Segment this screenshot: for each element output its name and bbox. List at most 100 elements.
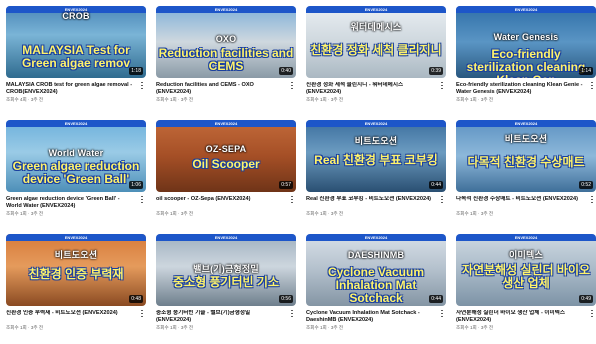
video-title[interactable]: 자연분해성 실린더 바이오 생산 업체 - 이미텍스 (ENVEX2024) [456,310,584,324]
more-options-icon[interactable] [590,82,594,92]
event-band: ENVEX2024 [156,234,296,241]
video-title[interactable]: Green algae reduction device 'Green Ball… [6,196,134,210]
video-thumbnail[interactable]: ENVEX2024 Water Genesis Eco-friendly ste… [456,6,596,78]
company-tag: 워터데메시스 [350,22,402,32]
video-title[interactable]: Real 친환경 부표 코부킹 - 비트도오션 (ENVEX2024) [306,196,434,210]
event-band: ENVEX2024 [6,234,146,241]
event-band-label: ENVEX2024 [214,7,238,12]
more-options-icon[interactable] [290,82,294,92]
duration-badge: 0:39 [429,67,443,75]
video-card[interactable]: ENVEX2024 DAESHINMB Cyclone Vacuum Inhal… [306,234,446,342]
event-band: ENVEX2024 [306,120,446,127]
company-tag: Water Genesis [493,32,559,42]
duration-badge: 0:44 [429,181,443,189]
event-band: ENVEX2024 [456,120,596,127]
thumbnail-image [156,120,296,192]
event-band-label: ENVEX2024 [214,121,238,126]
event-band-label: ENVEX2024 [64,235,88,240]
video-meta: 조회수 1회 · 3주 전 [306,325,344,330]
thumbnail-headline: Eco-friendly sterilization cleaning Klea… [466,47,586,79]
video-card[interactable]: ENVEX2024 비트도오션 다목적 친환경 수상매트 0:52 다목적 친환… [456,120,596,228]
more-options-icon[interactable] [140,310,144,320]
thumbnail-headline: Real 친환경 부표 코부킹 [314,153,438,167]
video-meta: 조회수 1회 · 3주 전 [6,325,44,330]
more-options-icon[interactable] [140,196,144,206]
more-options-icon[interactable] [590,310,594,320]
more-options-icon[interactable] [440,196,444,206]
event-band-label: ENVEX2024 [514,121,538,126]
duration-badge: 1:06 [129,181,143,189]
video-thumbnail[interactable]: ENVEX2024 비트도오션 친환경 인증 부력재 0:48 [6,234,146,306]
video-title[interactable]: 친환경 인증 부력재 - 비트도오션 (ENVEX2024) [6,310,134,324]
video-thumbnail[interactable]: ENVEX2024 OZ-SEPA Oil Scooper 0:57 [156,120,296,192]
thumbnail-headline: Green algae reduction device 'Green Ball… [12,159,140,186]
video-card[interactable]: ENVEX2024 밸브(기)금형정밀 중소형 풍기터빈 기소 0:56 중소형… [156,234,296,342]
event-band-label: ENVEX2024 [514,7,538,12]
video-meta: 조회수 1회 · 3주 전 [456,211,494,216]
video-title[interactable]: 친환경 정화 세척 클린지니 - 워터데메시스 (ENVEX2024) [306,82,434,96]
video-thumbnail[interactable]: ENVEX2024 비트도오션 다목적 친환경 수상매트 0:52 [456,120,596,192]
thumbnail-headline: Reduction facilities and CEMS [158,46,294,73]
video-meta: 조회수 1회 · 3주 전 [456,97,494,102]
more-options-icon[interactable] [590,196,594,206]
video-meta: 조회수 4회 · 3주 전 [6,97,44,102]
video-thumbnail[interactable]: ENVEX2024 밸브(기)금형정밀 중소형 풍기터빈 기소 0:56 [156,234,296,306]
company-tag: World Water [48,148,104,158]
video-title[interactable]: MALAYSIA CROB test for green algae remov… [6,82,134,96]
video-meta: 조회수 1회 · 3주 전 [156,325,194,330]
video-title[interactable]: Eco-friendly sterilization cleaning Klea… [456,82,584,96]
video-title[interactable]: Cyclone Vacuum Inhalation Mat Sotchack -… [306,310,434,324]
thumbnail-headline: 친환경 정화 세척 클리지니 [310,43,442,57]
more-options-icon[interactable] [140,82,144,92]
video-card[interactable]: ENVEX2024 World Water Green algae reduct… [6,120,146,228]
event-band-label: ENVEX2024 [364,235,388,240]
video-title[interactable]: Reduction facilities and CEMS - OXO (ENV… [156,82,284,96]
event-band: ENVEX2024 [306,234,446,241]
video-title[interactable]: 다목적 친환경 수상매트 - 비트도오션 (ENVEX2024) [456,196,584,210]
duration-badge: 0:48 [129,295,143,303]
company-tag: 밸브(기)금형정밀 [193,264,259,274]
more-options-icon[interactable] [290,310,294,320]
video-meta: 조회수 1회 · 3주 전 [6,211,44,216]
company-tag: DAESHINMB [347,250,405,260]
event-band: ENVEX2024 [156,120,296,127]
video-thumbnail[interactable]: ENVEX2024 이미텍스 자연분해성 실린더 바이오 생산 업체 0:49 [456,234,596,306]
video-title[interactable]: 중소형 풍기터빈 기술 - 밸브(기)금형정밀 (ENVEX2024) [156,310,284,324]
video-meta: 조회수 1회 · 3주 전 [306,97,344,102]
video-card[interactable]: ENVEX2024 비트도오션 Real 친환경 부표 코부킹 0:44 Rea… [306,120,446,228]
video-thumbnail[interactable]: ENVEX2024 World Water Green algae reduct… [6,120,146,192]
event-band: ENVEX2024 [6,120,146,127]
video-card[interactable]: ENVEX2024 OZ-SEPA Oil Scooper 0:57 oil s… [156,120,296,228]
video-thumbnail[interactable]: ENVEX2024 워터데메시스 친환경 정화 세척 클리지니 0:39 [306,6,446,78]
video-grid: ENVEX2024 CROB MALAYSIA Test for Green a… [6,6,596,342]
video-thumbnail[interactable]: ENVEX2024 OXO Reduction facilities and C… [156,6,296,78]
video-card[interactable]: ENVEX2024 CROB MALAYSIA Test for Green a… [6,6,146,114]
video-thumbnail[interactable]: ENVEX2024 CROB MALAYSIA Test for Green a… [6,6,146,78]
video-meta: 조회수 1회 · 3주 전 [156,211,194,216]
thumbnail-headline: 자연분해성 실린더 바이오 생산 업체 [461,263,591,290]
more-options-icon[interactable] [290,196,294,206]
event-band: ENVEX2024 [306,6,446,13]
video-card[interactable]: ENVEX2024 워터데메시스 친환경 정화 세척 클리지니 0:39 친환경… [306,6,446,114]
company-tag: 비트도오션 [354,136,398,146]
company-tag: 비트도오션 [504,134,548,144]
event-band-label: ENVEX2024 [64,121,88,126]
video-card[interactable]: ENVEX2024 OXO Reduction facilities and C… [156,6,296,114]
duration-badge: 1:14 [579,67,593,75]
company-tag: OXO [215,34,237,44]
company-tag: OZ-SEPA [205,144,247,154]
video-meta: 조회수 1회 · 3주 전 [306,211,344,216]
event-band: ENVEX2024 [456,6,596,13]
video-thumbnail[interactable]: ENVEX2024 비트도오션 Real 친환경 부표 코부킹 0:44 [306,120,446,192]
video-card[interactable]: ENVEX2024 Water Genesis Eco-friendly ste… [456,6,596,114]
thumbnail-image [306,6,446,78]
video-title[interactable]: oil scooper - OZ-Sepa (ENVEX2024) [156,196,284,210]
company-tag: 비트도오션 [54,250,98,260]
duration-badge: 0:40 [279,67,293,75]
video-card[interactable]: ENVEX2024 비트도오션 친환경 인증 부력재 0:48 친환경 인증 부… [6,234,146,342]
more-options-icon[interactable] [440,82,444,92]
video-card[interactable]: ENVEX2024 이미텍스 자연분해성 실린더 바이오 생산 업체 0:49 … [456,234,596,342]
video-thumbnail[interactable]: ENVEX2024 DAESHINMB Cyclone Vacuum Inhal… [306,234,446,306]
more-options-icon[interactable] [440,310,444,320]
event-band: ENVEX2024 [456,234,596,241]
